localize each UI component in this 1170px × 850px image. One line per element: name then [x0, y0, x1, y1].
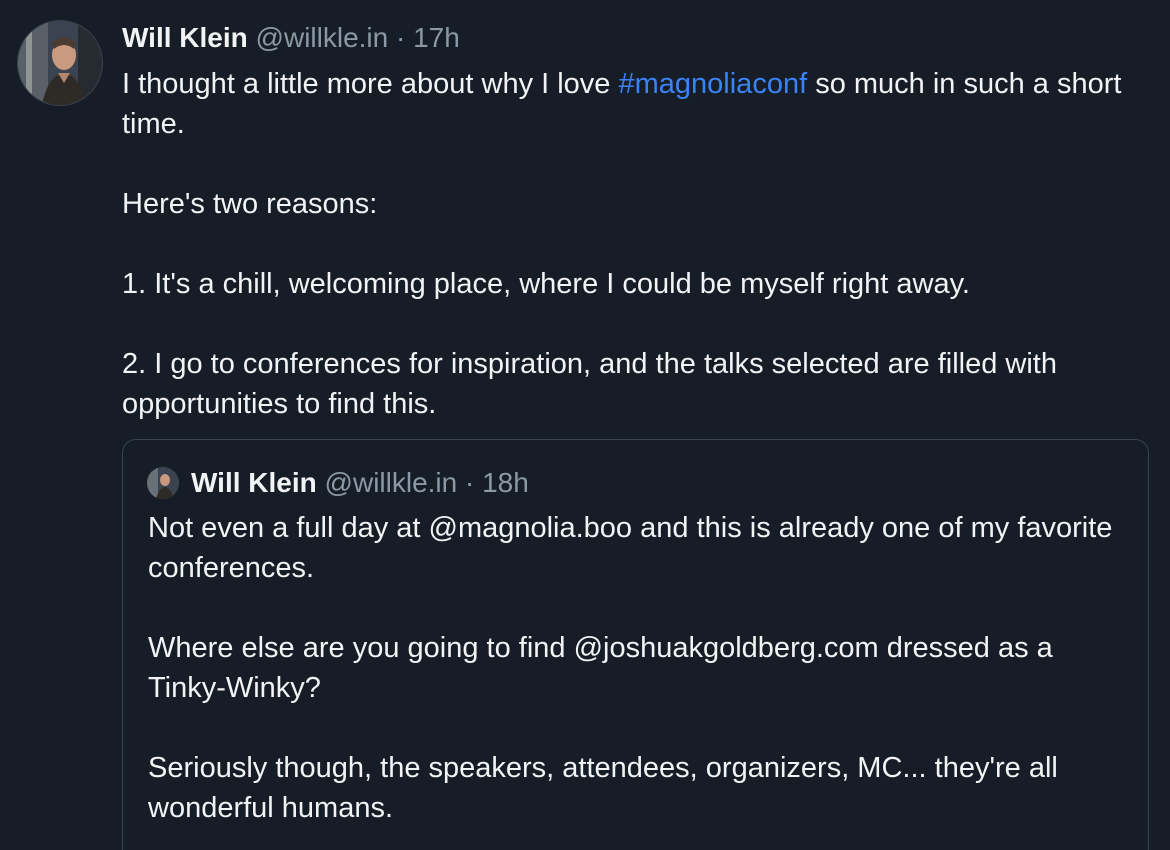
- post-paragraph: Here's two reasons:: [122, 188, 378, 220]
- quote-header-separator: ·: [465, 467, 475, 498]
- post-paragraph: 2. I go to conferences for inspiration, …: [122, 348, 1057, 420]
- quote-body: Not even a full day at @magnolia.boo and…: [148, 508, 1128, 828]
- quote-timestamp[interactable]: 18h: [482, 464, 529, 502]
- post-paragraph: I thought a little more about why I love…: [122, 64, 1152, 144]
- post: Will Klein @willkle.in · 17h I thought a…: [0, 0, 1170, 850]
- quote-header: Will Klein @willkle.in · 18h: [147, 464, 529, 502]
- hashtag-link[interactable]: #magnoliaconf: [619, 68, 808, 100]
- quote-paragraph: Not even a full day at @magnolia.boo and…: [148, 512, 1113, 584]
- author-name[interactable]: Will Klein: [122, 22, 248, 53]
- post-timestamp[interactable]: 17h: [413, 22, 460, 53]
- post-header: Will Klein @willkle.in · 17h: [122, 20, 460, 56]
- post-body: I thought a little more about why I love…: [122, 64, 1152, 424]
- quoted-post[interactable]: Will Klein @willkle.in · 18h Not even a …: [122, 439, 1149, 850]
- quote-avatar-photo-icon: [147, 467, 179, 499]
- post-paragraph: 1. It's a chill, welcoming place, where …: [122, 268, 970, 300]
- quote-author-handle[interactable]: @willkle.in: [325, 464, 458, 502]
- quote-paragraph: Where else are you going to find @joshua…: [148, 632, 1053, 704]
- author-avatar[interactable]: [18, 21, 102, 105]
- header-separator: ·: [396, 22, 406, 53]
- avatar-photo-icon: [18, 21, 102, 105]
- quote-author-avatar[interactable]: [147, 467, 179, 499]
- quote-paragraph: Seriously though, the speakers, attendee…: [148, 752, 1058, 824]
- author-handle[interactable]: @willkle.in: [256, 22, 389, 53]
- quote-author-name[interactable]: Will Klein: [191, 464, 317, 502]
- post-text: I thought a little more about why I love: [122, 68, 619, 100]
